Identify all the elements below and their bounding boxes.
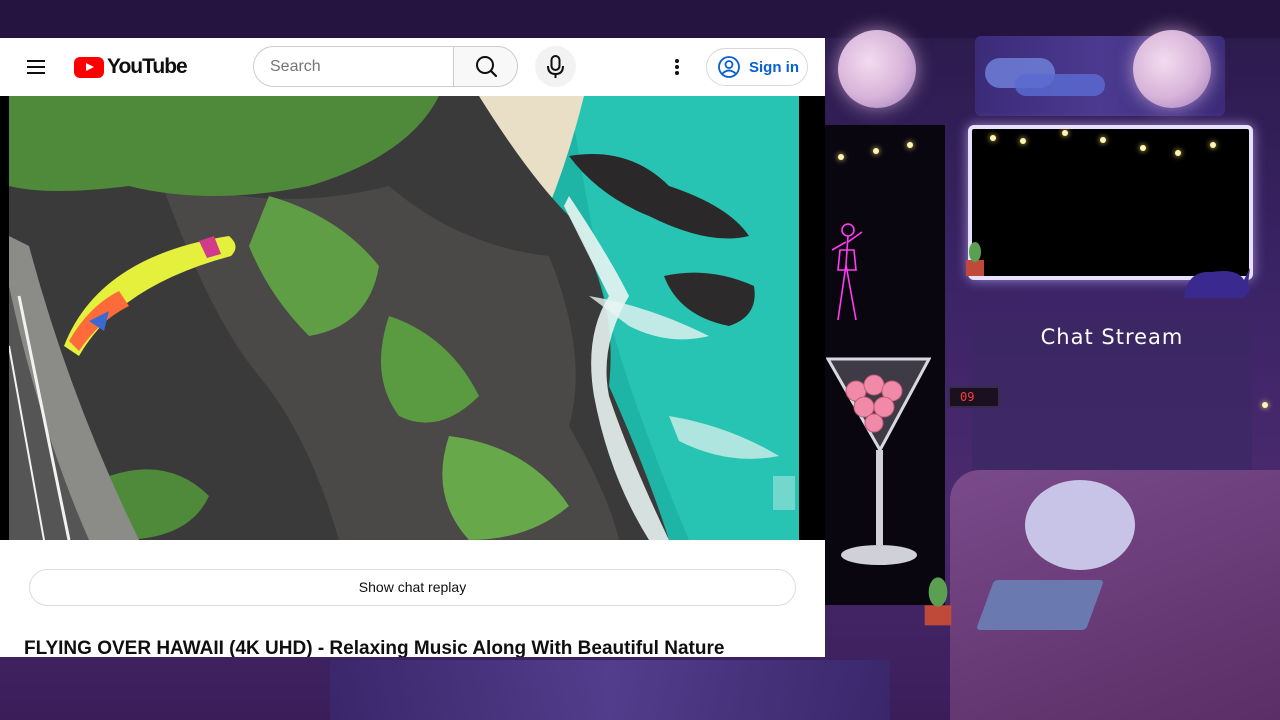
youtube-logo[interactable]: YouTube bbox=[74, 55, 188, 79]
account-circle-icon bbox=[718, 56, 740, 78]
string-light bbox=[1020, 138, 1026, 144]
sign-in-button[interactable]: Sign in bbox=[706, 48, 808, 86]
string-light bbox=[1062, 130, 1068, 136]
sleeping-cat-decoration bbox=[1184, 268, 1250, 298]
book-decoration bbox=[975, 580, 1105, 630]
search-button[interactable] bbox=[453, 46, 518, 87]
window-light-floor bbox=[330, 660, 890, 720]
string-light bbox=[838, 154, 844, 160]
alarm-clock-decoration: 09 bbox=[948, 386, 1000, 408]
youtube-logo-text: YouTube bbox=[107, 55, 188, 78]
martini-glass-decoration bbox=[826, 357, 931, 565]
webcam-frame bbox=[968, 125, 1253, 280]
more-vertical-icon[interactable] bbox=[662, 54, 692, 80]
overlay-top-strip bbox=[0, 0, 1280, 38]
show-chat-replay-button[interactable]: Show chat replay bbox=[29, 569, 796, 606]
voice-search-button[interactable] bbox=[535, 46, 576, 87]
moon-left-decoration bbox=[838, 30, 916, 108]
video-title: FLYING OVER HAWAII (4K UHD) - Relaxing M… bbox=[24, 638, 725, 657]
string-light bbox=[1262, 402, 1268, 408]
string-light bbox=[907, 142, 913, 148]
video-player[interactable] bbox=[0, 96, 825, 540]
string-light bbox=[1140, 145, 1146, 151]
neon-dancer-decoration bbox=[831, 223, 863, 321]
string-light bbox=[990, 135, 996, 141]
search-icon bbox=[476, 56, 498, 78]
cactus-plant-decoration bbox=[924, 577, 952, 626]
video-frame-hawaii-coast bbox=[9, 96, 799, 540]
string-light bbox=[1210, 142, 1216, 148]
youtube-play-logo-icon bbox=[74, 56, 104, 78]
string-light bbox=[1100, 137, 1106, 143]
string-light bbox=[1175, 150, 1181, 156]
sign-in-label: Sign in bbox=[749, 58, 799, 76]
youtube-header: YouTube Sign in bbox=[0, 38, 825, 96]
moon-right-decoration bbox=[1133, 30, 1211, 108]
cloud-decoration bbox=[1015, 74, 1105, 96]
youtube-window: YouTube Sign in bbox=[0, 38, 825, 657]
cactus-plant-decoration bbox=[966, 242, 984, 276]
chat-stream-title: Chat Stream bbox=[1040, 325, 1184, 349]
string-light bbox=[873, 148, 879, 154]
search-input[interactable] bbox=[253, 46, 454, 87]
night-sky-panel bbox=[975, 30, 1225, 116]
microphone-icon bbox=[547, 55, 564, 78]
bunny-pillow-decoration bbox=[1025, 480, 1135, 570]
hamburger-menu-icon[interactable] bbox=[22, 55, 52, 79]
